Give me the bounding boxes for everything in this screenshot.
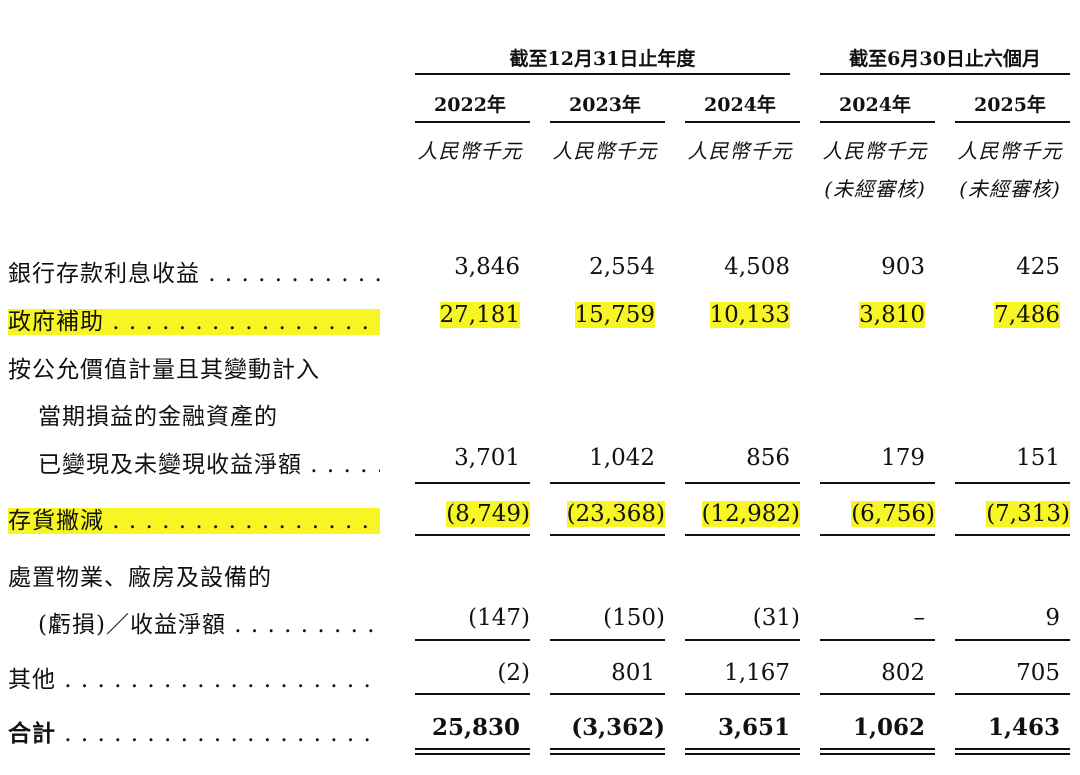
table-cell-highlighted: 3,810 xyxy=(859,302,925,328)
subtotal-rule xyxy=(550,639,665,641)
subtotal-rule xyxy=(685,639,800,641)
income-table: 截至12月31日止年度 截至6月30日止六個月 2022年 2023年 2024… xyxy=(0,0,1080,775)
table-cell: 425 xyxy=(1016,254,1060,280)
row-label-disposal-line-2: (虧損)／收益淨額 xyxy=(38,605,380,639)
column-rule xyxy=(955,121,1070,123)
total-double-rule xyxy=(820,748,935,750)
table-cell-highlighted: (8,749) xyxy=(446,501,530,527)
column-year-2023: 2023年 xyxy=(569,94,641,116)
total-cell: 1,463 xyxy=(987,714,1060,741)
total-double-rule xyxy=(685,753,800,755)
column-year-2025-half: 2025年 xyxy=(974,94,1046,116)
subtotal-rule xyxy=(415,639,530,641)
table-cell: (150) xyxy=(603,605,665,631)
subtotal-rule xyxy=(415,534,530,536)
table-cell: 3,701 xyxy=(454,445,520,471)
column-unit: 人民幣千元 xyxy=(822,139,928,163)
subtotal-rule xyxy=(415,482,530,484)
column-rule xyxy=(415,121,530,123)
total-double-rule xyxy=(415,753,530,755)
table-cell: (31) xyxy=(752,605,800,631)
column-unaudited-note: (未經審核) xyxy=(959,177,1061,201)
subtotal-rule xyxy=(685,534,800,536)
column-rule xyxy=(820,121,935,123)
table-cell: 9 xyxy=(1045,605,1060,631)
total-double-rule xyxy=(955,748,1070,750)
column-unit: 人民幣千元 xyxy=(687,139,793,163)
subtotal-rule xyxy=(955,693,1070,695)
column-rule xyxy=(685,121,800,123)
total-double-rule xyxy=(550,753,665,755)
total-double-rule xyxy=(820,753,935,755)
total-double-rule xyxy=(550,748,665,750)
row-label-fair-value-line-3: 已變現及未變現收益淨額 xyxy=(38,445,380,479)
table-cell: 903 xyxy=(881,254,925,280)
total-double-rule xyxy=(415,748,530,750)
subtotal-rule xyxy=(550,534,665,536)
total-double-rule xyxy=(955,753,1070,755)
subtotal-rule xyxy=(415,693,530,695)
row-label-government-grants: 政府補助 xyxy=(8,302,380,336)
subtotal-rule xyxy=(685,693,800,695)
group-header-fiscal-year: 截至12月31日止年度 xyxy=(509,48,696,70)
subtotal-rule xyxy=(685,482,800,484)
table-cell: 802 xyxy=(881,660,925,686)
subtotal-rule xyxy=(955,482,1070,484)
row-label-fair-value-line-1: 按公允價值計量且其變動計入 xyxy=(8,357,320,383)
subtotal-rule xyxy=(550,693,665,695)
column-rule xyxy=(550,121,665,123)
total-cell: 3,651 xyxy=(717,714,790,741)
subtotal-rule xyxy=(955,534,1070,536)
table-cell: (147) xyxy=(468,605,530,631)
column-year-2022: 2022年 xyxy=(434,94,506,116)
row-label-disposal-line-1: 處置物業、廠房及設備的 xyxy=(8,565,272,591)
table-cell: – xyxy=(913,605,926,631)
table-cell: 179 xyxy=(881,445,925,471)
table-cell-highlighted: 7,486 xyxy=(994,302,1060,328)
group-header-six-months: 截至6月30日止六個月 xyxy=(849,48,1041,70)
total-cell: 1,062 xyxy=(852,714,925,741)
table-cell-highlighted: (23,368) xyxy=(566,501,665,527)
column-year-2024: 2024年 xyxy=(704,94,776,116)
table-cell-highlighted: (12,982) xyxy=(701,501,800,527)
subtotal-rule xyxy=(820,534,935,536)
total-cell: (3,362) xyxy=(571,714,665,741)
subtotal-rule xyxy=(820,482,935,484)
row-label-total: 合計 xyxy=(8,714,380,748)
table-cell-highlighted: (6,756) xyxy=(851,501,935,527)
total-double-rule xyxy=(685,748,800,750)
table-cell: 2,554 xyxy=(589,254,655,280)
row-label-bank-interest: 銀行存款利息收益 xyxy=(8,254,380,288)
table-cell-highlighted: 15,759 xyxy=(574,302,655,328)
column-year-2024-half: 2024年 xyxy=(839,94,911,116)
subtotal-rule xyxy=(955,639,1070,641)
group-header-rule xyxy=(415,73,790,75)
subtotal-rule xyxy=(820,639,935,641)
table-cell: (2) xyxy=(497,660,530,686)
row-label-inventory-write-down: 存貨撇減 xyxy=(8,501,380,535)
table-cell: 856 xyxy=(746,445,790,471)
table-cell: 4,508 xyxy=(724,254,790,280)
table-cell: 801 xyxy=(611,660,655,686)
column-unit: 人民幣千元 xyxy=(552,139,658,163)
table-cell-highlighted: (7,313) xyxy=(986,501,1070,527)
row-label-others: 其他 xyxy=(8,660,380,694)
column-unit: 人民幣千元 xyxy=(957,139,1063,163)
table-cell: 1,167 xyxy=(724,660,790,686)
subtotal-rule xyxy=(550,482,665,484)
table-cell: 3,846 xyxy=(454,254,520,280)
group-header-rule xyxy=(820,73,1070,75)
table-cell-highlighted: 27,181 xyxy=(439,302,520,328)
column-unit: 人民幣千元 xyxy=(417,139,523,163)
subtotal-rule xyxy=(820,693,935,695)
total-cell: 25,830 xyxy=(431,714,520,741)
table-cell-highlighted: 10,133 xyxy=(709,302,790,328)
column-unaudited-note: (未經審核) xyxy=(824,177,926,201)
table-cell: 1,042 xyxy=(589,445,655,471)
table-cell: 705 xyxy=(1016,660,1060,686)
row-label-fair-value-line-2: 當期損益的金融資產的 xyxy=(38,404,278,430)
table-cell: 151 xyxy=(1016,445,1060,471)
